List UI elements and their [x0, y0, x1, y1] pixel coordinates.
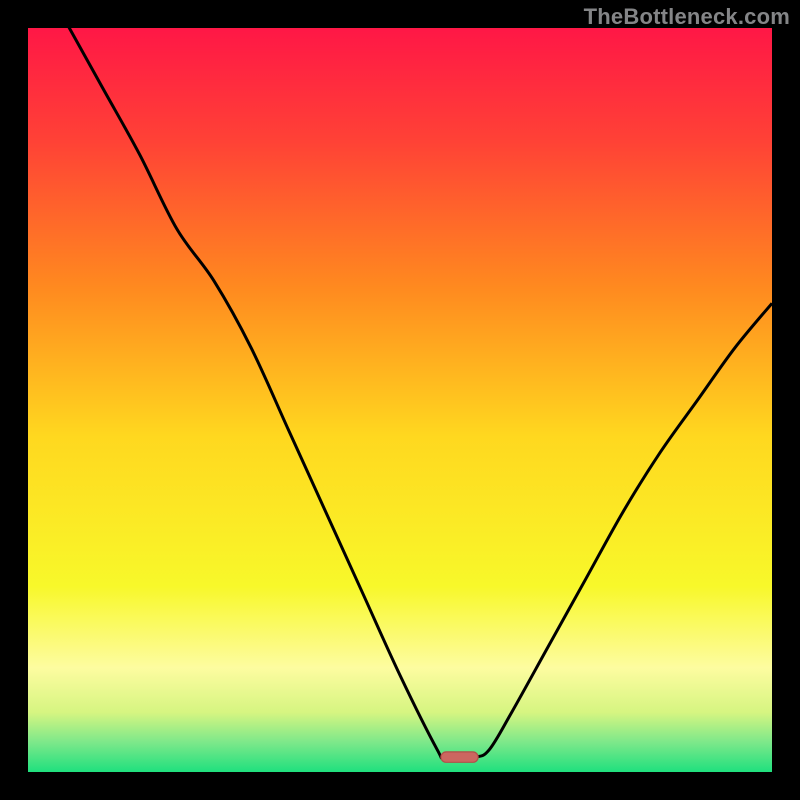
min-marker	[441, 752, 478, 762]
plot-svg	[28, 28, 772, 772]
chart-frame: TheBottleneck.com	[0, 0, 800, 800]
gradient-rect	[28, 28, 772, 772]
attribution-text: TheBottleneck.com	[584, 4, 790, 30]
plot-area	[28, 28, 772, 772]
